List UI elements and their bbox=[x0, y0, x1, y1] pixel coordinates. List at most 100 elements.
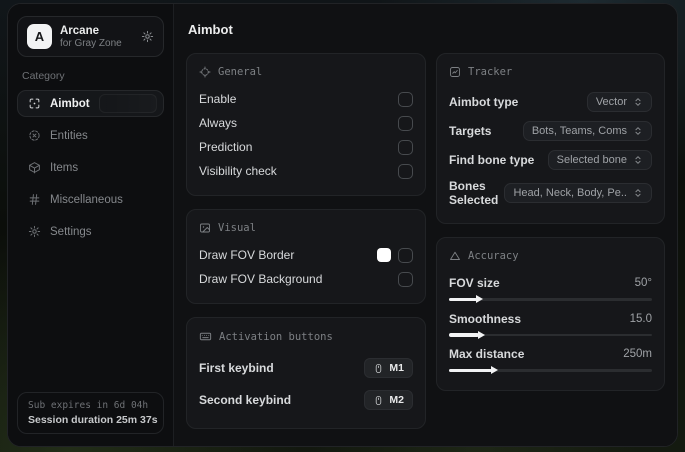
toggle-row-enable: Enable bbox=[199, 87, 413, 111]
row-label: Bones Selected bbox=[449, 178, 499, 207]
row-label: Aimbot type bbox=[449, 94, 519, 109]
sidebar-item-miscellaneous[interactable]: Miscellaneous bbox=[17, 186, 164, 213]
keybind-value: M2 bbox=[389, 394, 404, 406]
slider-row-max-distance: Max distance 250m bbox=[449, 342, 652, 378]
always-checkbox[interactable] bbox=[398, 115, 413, 131]
brand-name: Arcane bbox=[60, 24, 99, 37]
visibility-check-checkbox[interactable] bbox=[398, 163, 413, 179]
row-label: Smoothness bbox=[449, 311, 522, 326]
session-duration-text: Session duration 25m 37s bbox=[28, 414, 158, 426]
max-distance-slider[interactable] bbox=[449, 366, 652, 375]
tracker-card-title: Tracker bbox=[449, 66, 652, 78]
draw-fov-border-checkbox[interactable] bbox=[398, 247, 413, 263]
keyboard-icon bbox=[199, 330, 212, 343]
row-label: FOV size bbox=[449, 276, 500, 290]
row-label: Max distance bbox=[449, 347, 525, 361]
subscription-card: Sub expires in 6d 04h Session duration 2… bbox=[17, 392, 164, 434]
prediction-checkbox[interactable] bbox=[398, 139, 413, 155]
brand-subtitle: for Gray Zone bbox=[60, 37, 122, 49]
hash-grid-icon bbox=[28, 193, 41, 206]
chevrons-up-down-icon bbox=[633, 155, 643, 165]
toggle-row-visibility-check: Visibility check bbox=[199, 159, 413, 183]
slider-fill bbox=[449, 330, 486, 339]
row-label: Visibility check bbox=[199, 164, 277, 178]
select-value: Selected bone bbox=[556, 153, 627, 166]
second-keybind-button[interactable]: M2 bbox=[364, 390, 413, 410]
find-bone-type-select[interactable]: Selected bone bbox=[547, 149, 652, 170]
aimbot-type-select[interactable]: Vector bbox=[586, 91, 652, 112]
section-title: Accuracy bbox=[468, 250, 519, 262]
triangle-icon bbox=[449, 250, 461, 262]
mouse-icon bbox=[373, 395, 384, 406]
chevrons-up-down-icon bbox=[633, 126, 643, 136]
select-row-aimbot-type: Aimbot type Vector bbox=[449, 87, 652, 116]
left-column: General Enable Always Prediction Visibil… bbox=[186, 53, 426, 429]
brand-text: Arcane for Gray Zone bbox=[60, 25, 122, 49]
visual-card: Visual Draw FOV Border Draw FOV Backgrou… bbox=[186, 209, 426, 304]
sidebar-item-label: Items bbox=[50, 161, 79, 174]
slider-head: Max distance 250m bbox=[449, 347, 652, 361]
fov-border-color-swatch[interactable] bbox=[377, 248, 391, 262]
row-label: Always bbox=[199, 116, 238, 130]
sidebar-item-items[interactable]: Items bbox=[17, 154, 164, 181]
content-columns: General Enable Always Prediction Visibil… bbox=[186, 53, 665, 429]
section-title: Tracker bbox=[468, 66, 513, 78]
targets-select[interactable]: Bots, Teams, Coms bbox=[522, 120, 652, 141]
select-value: Bots, Teams, Coms bbox=[531, 124, 627, 137]
sidebar: A Arcane for Gray Zone Category Aimbot E… bbox=[8, 4, 174, 446]
active-item-ghost bbox=[99, 94, 157, 113]
slider-thumb[interactable] bbox=[476, 295, 484, 304]
section-title: Activation buttons bbox=[219, 330, 333, 343]
enable-checkbox[interactable] bbox=[398, 91, 413, 107]
trend-box-icon bbox=[449, 66, 461, 78]
general-card-title: General bbox=[199, 66, 413, 78]
row-label: Find bone type bbox=[449, 152, 535, 167]
sidebar-item-aimbot[interactable]: Aimbot bbox=[17, 90, 164, 117]
tracker-card: Tracker Aimbot type Vector Targets Bots,… bbox=[436, 53, 665, 224]
fov-size-value: 50° bbox=[634, 277, 652, 289]
row-label: First keybind bbox=[199, 361, 274, 375]
fov-size-slider[interactable] bbox=[449, 295, 652, 304]
entities-radar-icon bbox=[28, 129, 41, 142]
sidebar-item-label: Aimbot bbox=[50, 97, 90, 110]
right-column: Tracker Aimbot type Vector Targets Bots,… bbox=[436, 53, 665, 391]
slider-row-fov-size: FOV size 50° bbox=[449, 271, 652, 307]
brand-card: A Arcane for Gray Zone bbox=[17, 16, 164, 57]
cube-icon bbox=[28, 161, 41, 174]
brand-logo: A bbox=[27, 24, 52, 49]
slider-fill bbox=[449, 366, 498, 375]
bones-selected-select[interactable]: Head, Neck, Body, Pe.. bbox=[504, 182, 652, 203]
chevrons-up-down-icon bbox=[633, 188, 643, 198]
sidebar-item-label: Entities bbox=[50, 129, 88, 142]
gear-icon[interactable] bbox=[141, 30, 154, 43]
sidebar-item-settings[interactable]: Settings bbox=[17, 218, 164, 245]
page-title: Aimbot bbox=[188, 22, 233, 37]
toggle-row-prediction: Prediction bbox=[199, 135, 413, 159]
visual-card-title: Visual bbox=[199, 222, 413, 234]
section-title: General bbox=[218, 66, 263, 78]
main-content: Aimbot General Enable Always Prediction … bbox=[174, 4, 677, 446]
select-row-find-bone-type: Find bone type Selected bone bbox=[449, 145, 652, 174]
row-label: Prediction bbox=[199, 140, 253, 154]
image-icon bbox=[199, 222, 211, 234]
select-row-targets: Targets Bots, Teams, Coms bbox=[449, 116, 652, 145]
keybind-row-first: First keybind M1 bbox=[199, 352, 413, 384]
slider-thumb[interactable] bbox=[478, 330, 486, 339]
max-distance-value: 250m bbox=[623, 348, 652, 360]
slider-fill bbox=[449, 295, 484, 304]
sidebar-item-entities[interactable]: Entities bbox=[17, 122, 164, 149]
section-title: Visual bbox=[218, 222, 256, 234]
first-keybind-button[interactable]: M1 bbox=[364, 358, 413, 378]
row-label: Draw FOV Background bbox=[199, 272, 323, 286]
toggle-row-draw-fov-background: Draw FOV Background bbox=[199, 267, 413, 291]
gear-icon bbox=[28, 225, 41, 238]
app-window: A Arcane for Gray Zone Category Aimbot E… bbox=[7, 3, 678, 447]
smoothness-slider[interactable] bbox=[449, 330, 652, 339]
slider-thumb[interactable] bbox=[490, 366, 498, 375]
sidebar-item-label: Settings bbox=[50, 225, 92, 238]
general-card: General Enable Always Prediction Visibil… bbox=[186, 53, 426, 196]
select-row-bones-selected: Bones Selected Head, Neck, Body, Pe.. bbox=[449, 174, 652, 211]
accuracy-card: Accuracy FOV size 50° Smoothness 15.0 Ma… bbox=[436, 237, 665, 391]
select-value: Vector bbox=[595, 95, 627, 108]
draw-fov-background-checkbox[interactable] bbox=[398, 271, 413, 287]
